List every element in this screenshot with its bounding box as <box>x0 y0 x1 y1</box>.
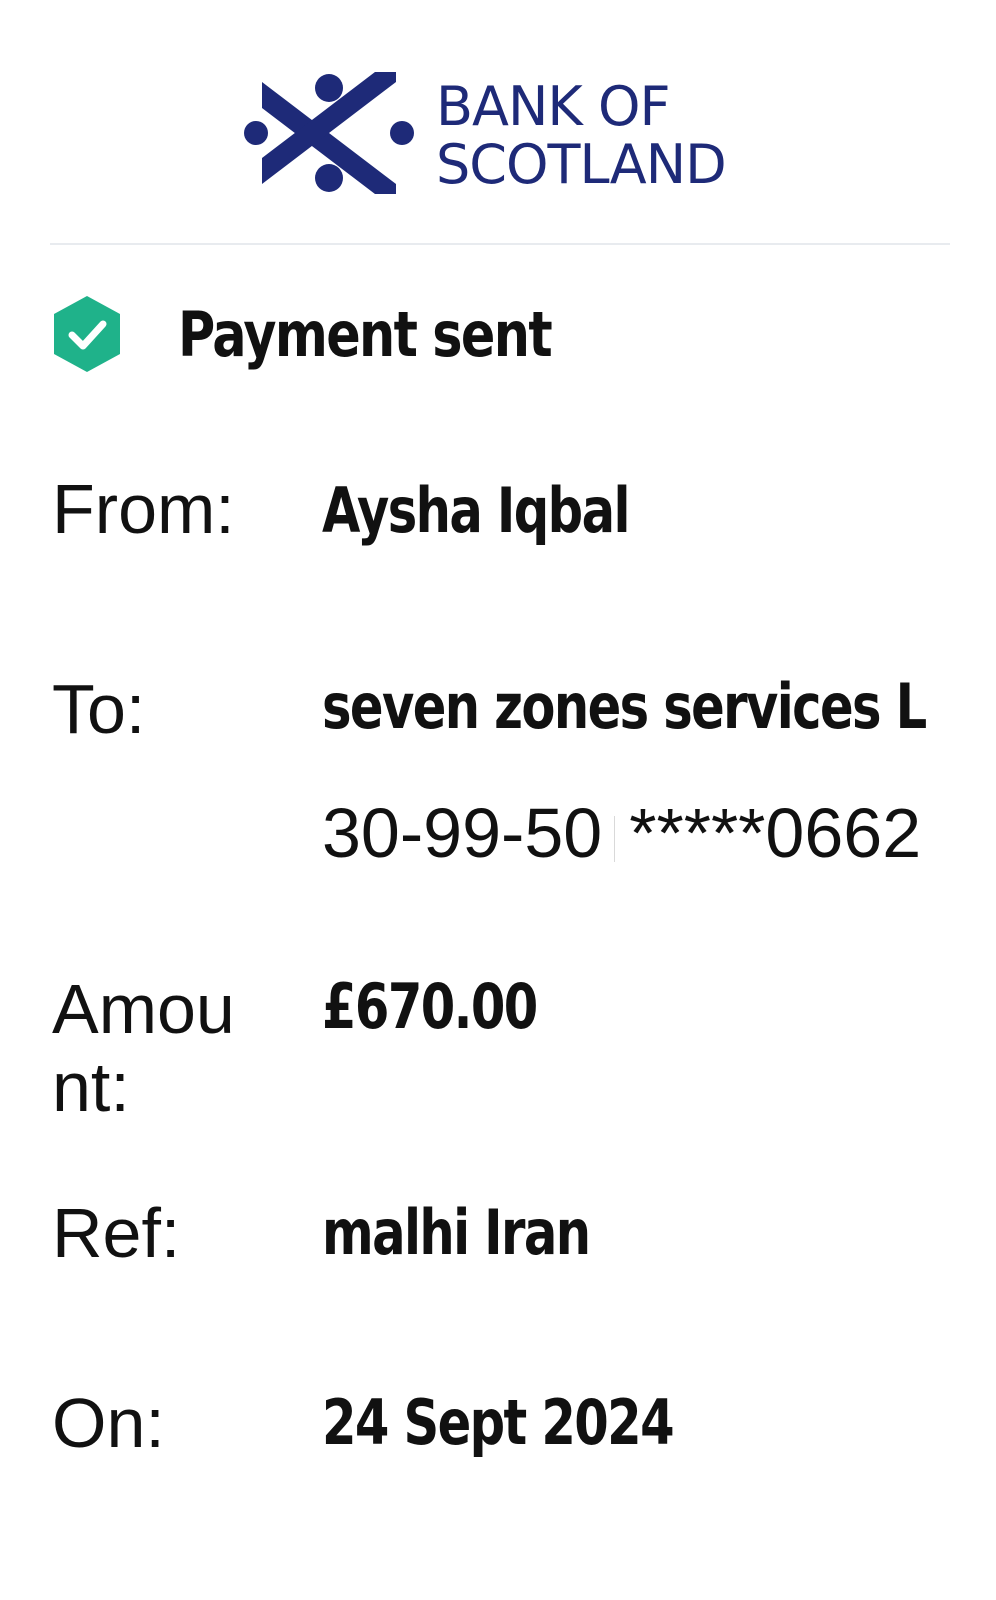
bank-of-scotland-saltire-logo-icon <box>244 72 414 194</box>
to-value: seven zones services L <box>322 672 927 742</box>
sort-code: 30-99-50 <box>322 794 603 872</box>
brand-wordmark: BANK OF SCOTLAND <box>436 75 727 196</box>
payment-status: Payment sent <box>50 290 950 380</box>
brand-line-1: BANK OF <box>436 75 671 138</box>
ref-value: malhi Iran <box>322 1196 591 1269</box>
from-value: Aysha Iqbal <box>322 474 630 547</box>
status-title: Payment sent <box>178 298 553 371</box>
amount-label: Amount: <box>52 970 235 1126</box>
to-label: To: <box>52 670 146 748</box>
ref-label: Ref: <box>52 1194 181 1272</box>
account-number: *****0662 <box>629 794 922 872</box>
check-shield-icon <box>54 296 120 372</box>
account-details: 30-99-50 *****0662 <box>322 794 921 872</box>
on-label: On: <box>52 1384 165 1462</box>
account-separator <box>614 815 616 862</box>
from-label: From: <box>52 470 235 548</box>
on-value: 24 Sept 2024 <box>322 1386 675 1459</box>
header-divider <box>50 243 950 245</box>
header: BANK OF SCOTLAND <box>0 0 996 244</box>
amount-value: £670.00 <box>322 970 538 1043</box>
brand-line-2: SCOTLAND <box>436 133 727 196</box>
